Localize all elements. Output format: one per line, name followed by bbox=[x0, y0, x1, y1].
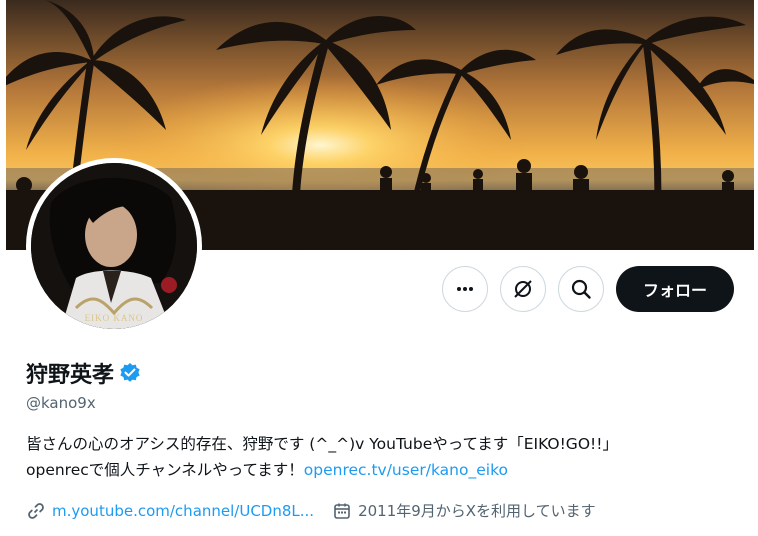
grok-button[interactable] bbox=[500, 266, 546, 312]
more-horizontal-icon bbox=[455, 279, 475, 299]
avatar-image: EIKO KANO bbox=[31, 163, 197, 329]
calendar-icon bbox=[332, 501, 352, 521]
name-row: 狩野英孝 bbox=[26, 357, 141, 389]
joined-date: 2011年9月からXを利用しています bbox=[358, 502, 596, 520]
bio-line-2: openrecで個人チャンネルやってます！openrec.tv/user/kan… bbox=[26, 457, 738, 483]
avatar-portrait bbox=[31, 163, 197, 329]
handle: @kano9x bbox=[26, 394, 96, 412]
link-icon bbox=[26, 501, 46, 521]
joined-item: 2011年9月からXを利用しています bbox=[332, 500, 596, 521]
profile-actions: フォロー bbox=[442, 266, 734, 312]
website-item: m.youtube.com/channel/UCDn8L... bbox=[26, 501, 314, 521]
avatar-caption: EIKO KANO bbox=[84, 313, 144, 323]
avatar[interactable]: EIKO KANO bbox=[26, 158, 202, 334]
search-icon bbox=[570, 278, 592, 300]
profile-meta: m.youtube.com/channel/UCDn8L... 2011年9月か… bbox=[26, 500, 614, 521]
bio-line-2-text: openrecで個人チャンネルやってます！ bbox=[26, 461, 304, 479]
grok-icon bbox=[512, 278, 534, 300]
bio: 皆さんの心のオアシス的存在、狩野です (^_^)v YouTubeやってます「E… bbox=[26, 431, 738, 483]
website-link[interactable]: m.youtube.com/channel/UCDn8L... bbox=[52, 502, 314, 520]
bio-link[interactable]: openrec.tv/user/kano_eiko bbox=[304, 461, 508, 479]
bio-line-1: 皆さんの心のオアシス的存在、狩野です (^_^)v YouTubeやってます「E… bbox=[26, 435, 618, 453]
verified-badge-icon[interactable] bbox=[119, 362, 141, 384]
more-button[interactable] bbox=[442, 266, 488, 312]
follow-button[interactable]: フォロー bbox=[616, 266, 734, 312]
search-button[interactable] bbox=[558, 266, 604, 312]
display-name: 狩野英孝 bbox=[26, 363, 115, 388]
